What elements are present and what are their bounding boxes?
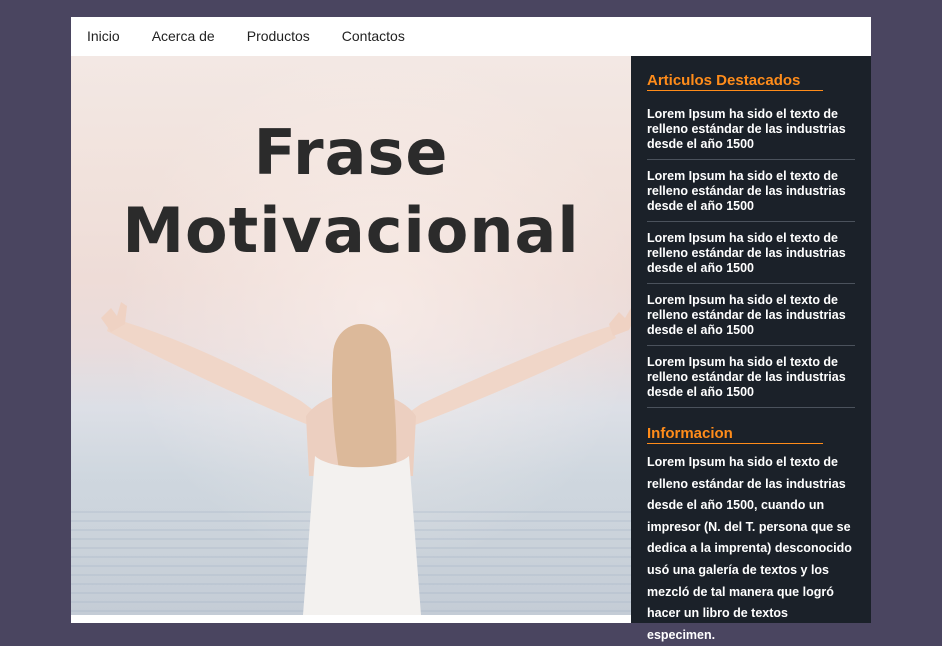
nav-item-inicio[interactable]: Inicio xyxy=(71,17,136,56)
featured-article[interactable]: Lorem Ipsum ha sido el texto de relleno … xyxy=(647,293,855,346)
info-text: Lorem Ipsum ha sido el texto de relleno … xyxy=(647,455,852,642)
top-nav: Inicio Acerca de Productos Contactos xyxy=(71,17,871,56)
info-section: Informacion xyxy=(631,425,839,444)
page-container: Inicio Acerca de Productos Contactos Fra… xyxy=(71,17,871,642)
featured-article[interactable]: Lorem Ipsum ha sido el texto de relleno … xyxy=(647,355,855,408)
nav-item-productos[interactable]: Productos xyxy=(231,17,326,56)
featured-article[interactable]: Lorem Ipsum ha sido el texto de relleno … xyxy=(647,169,855,222)
hero-title-line-1: Frase xyxy=(253,116,449,189)
hero-title-line-2: Motivacional xyxy=(122,194,580,267)
hero-banner: Frase Motivacional xyxy=(71,56,631,615)
info-heading: Informacion xyxy=(647,425,823,444)
sidebar: Articulos Destacados Lorem Ipsum ha sido… xyxy=(631,56,871,642)
featured-article[interactable]: Lorem Ipsum ha sido el texto de relleno … xyxy=(647,107,855,160)
featured-article[interactable]: Lorem Ipsum ha sido el texto de relleno … xyxy=(647,231,855,284)
featured-articles-list: Lorem Ipsum ha sido el texto de relleno … xyxy=(647,107,855,417)
hero-title: Frase Motivacional xyxy=(111,114,591,270)
nav-item-acerca-de[interactable]: Acerca de xyxy=(136,17,231,56)
featured-section: Articulos Destacados xyxy=(631,72,839,91)
nav-item-contactos[interactable]: Contactos xyxy=(326,17,421,56)
featured-heading: Articulos Destacados xyxy=(647,72,823,91)
